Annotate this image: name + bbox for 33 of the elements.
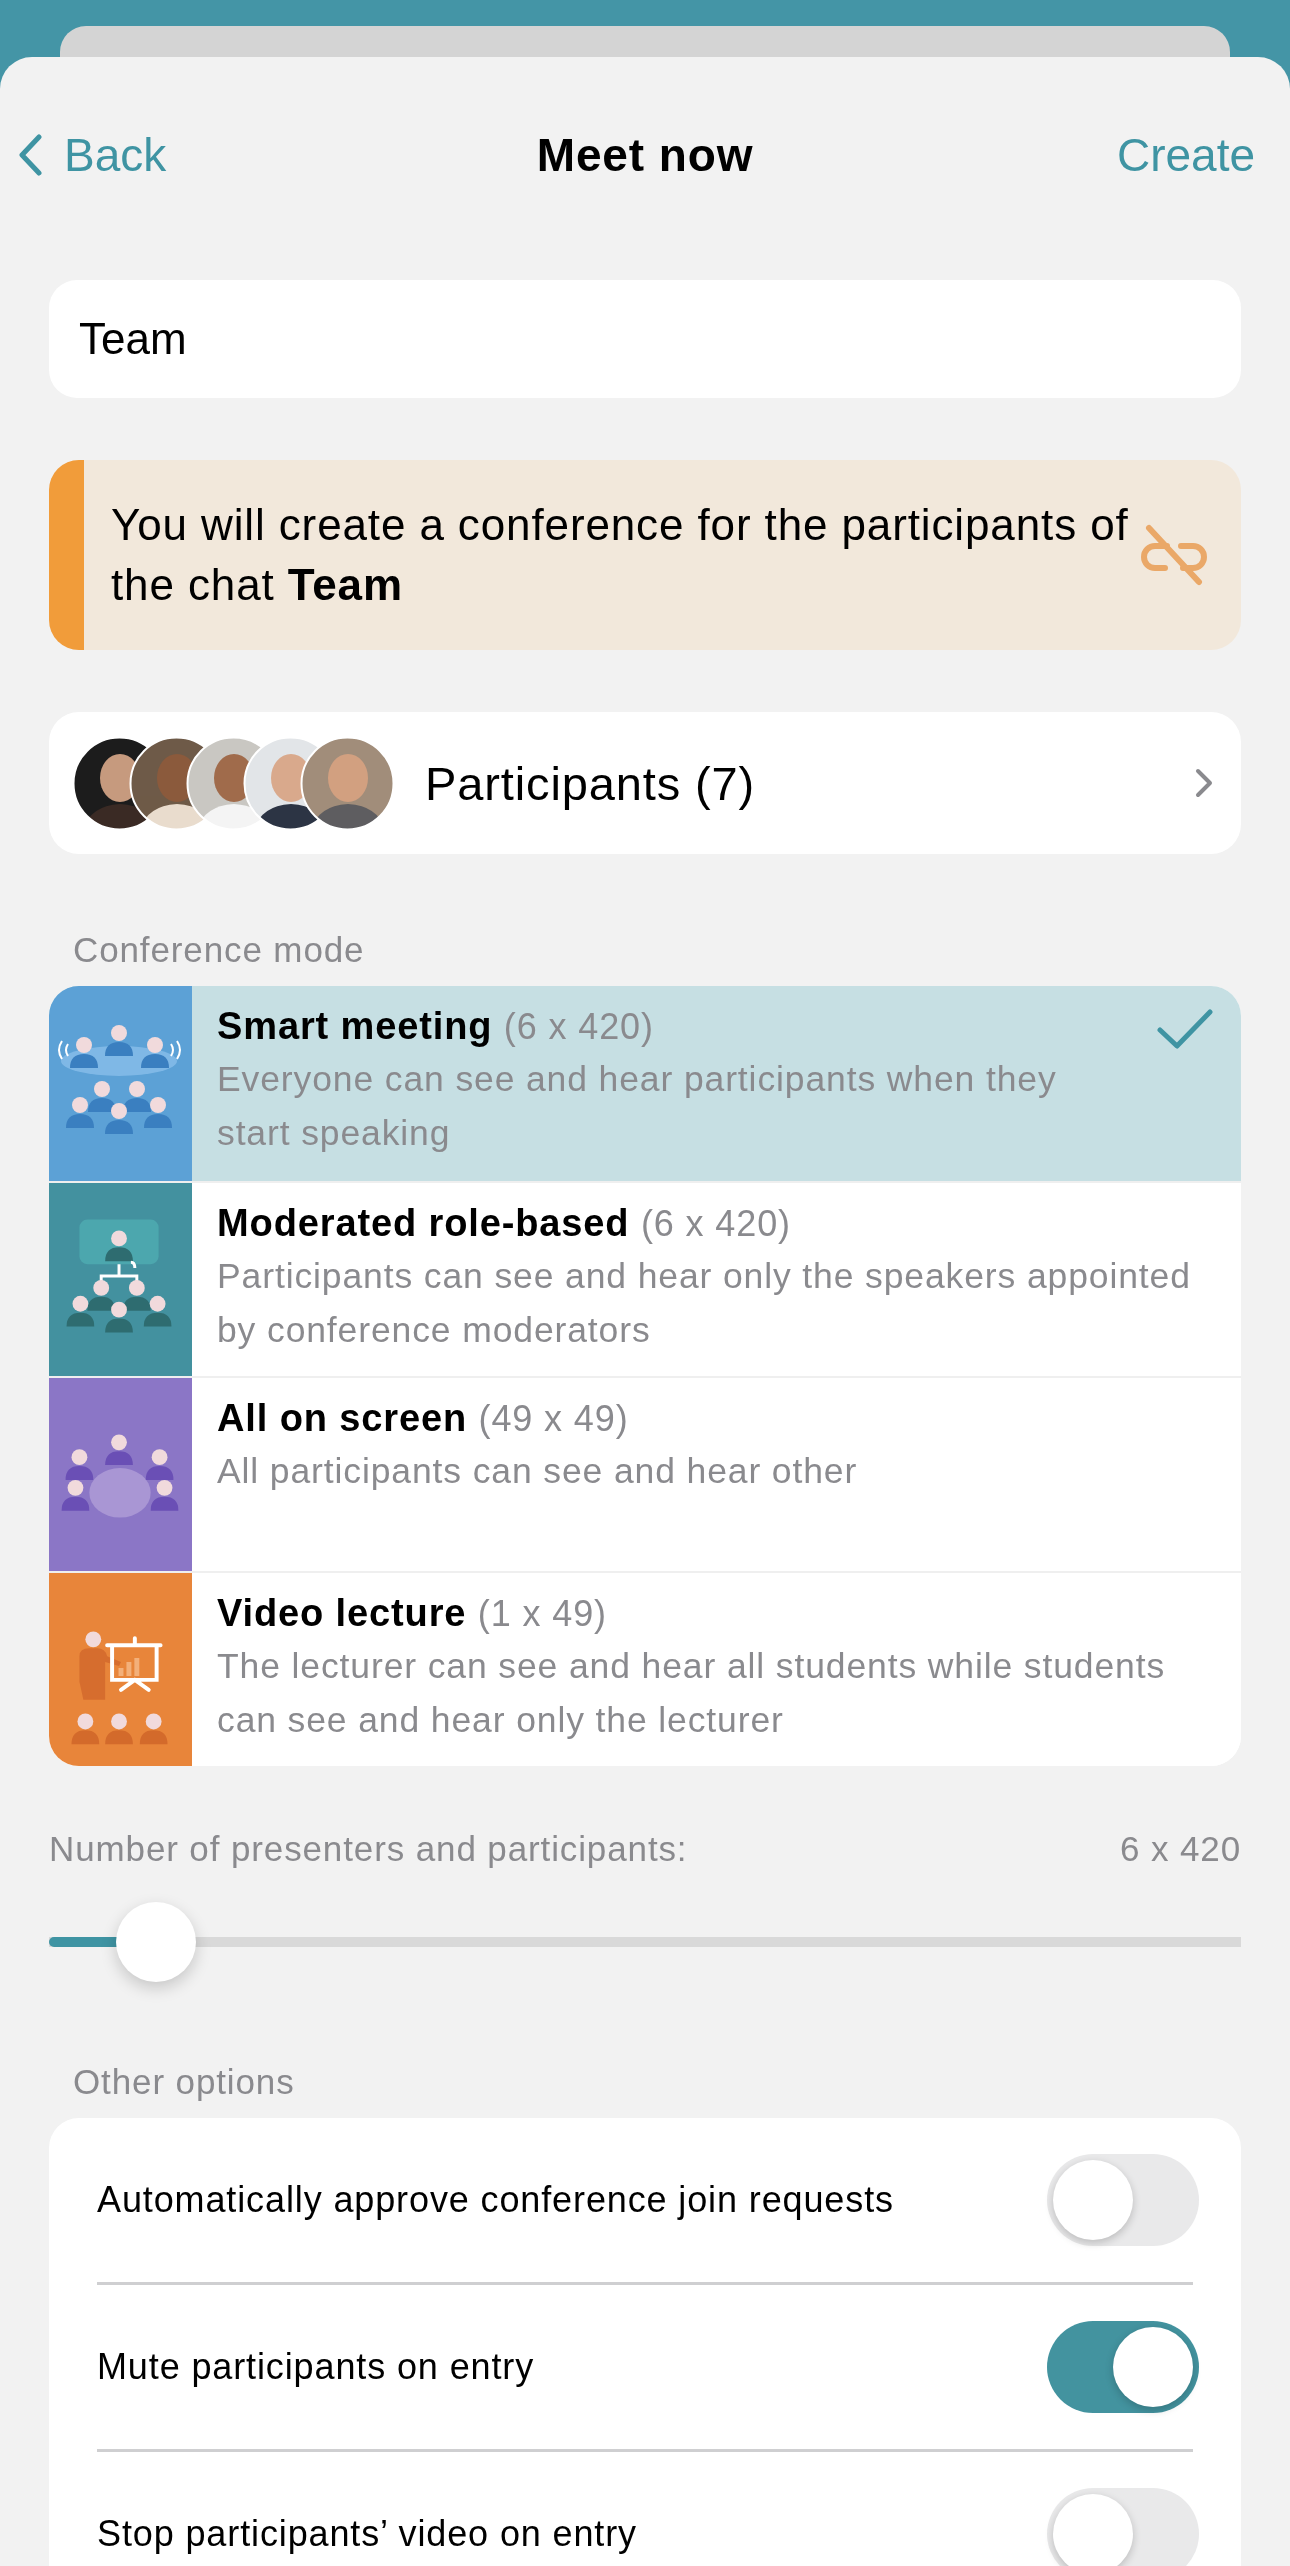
chevron-left-icon (18, 134, 42, 176)
option-label: Stop participants’ video on entry (97, 2513, 638, 2555)
mode-option[interactable]: Smart meeting (6 x 420) Everyone can see and hear participants when they start speaking (49, 986, 1241, 1181)
mode-title: Moderated role-based (217, 1202, 630, 1244)
mode-description: The lecturer can see and hear all students while students can see and hear only the lecturer (217, 1645, 1167, 1742)
participants-row[interactable]: Participants (7) (49, 712, 1241, 854)
name-field[interactable]: Team (49, 280, 1241, 398)
mode-capacity: (6 x 420) (640, 1203, 791, 1244)
option-label: Automatically approve conference join requests (97, 2179, 895, 2221)
unlink-icon (1141, 524, 1207, 586)
section-heading: Other options (73, 2061, 296, 2103)
mode-capacity: (49 x 49) (478, 1398, 629, 1439)
mode-title: Smart meeting (217, 1005, 493, 1047)
mode-capacity: (6 x 420) (503, 1006, 654, 1047)
mode-description: All participants can see and hear other (217, 1450, 859, 1493)
mode-title: All on screen (217, 1397, 468, 1439)
slider-reading: 6 x 420 (1120, 1828, 1241, 1870)
notice-text: You will create a conference for the participants of the chat Team (111, 499, 1130, 611)
mode-description: Participants can see and hear only the speakers appointed by conference moderators (217, 1255, 1192, 1352)
option-label: Mute participants on entry (97, 2346, 536, 2388)
mode-title: Video lecture (217, 1592, 467, 1634)
chevron-right-icon (1195, 768, 1213, 798)
slider-label: Number of presenters and participants: (49, 1828, 688, 1870)
mode-option[interactable]: All on screen (49 x 49) All participants can see and hear other (49, 1376, 1241, 1571)
mode-capacity: (1 x 49) (477, 1593, 607, 1634)
section-heading: Conference mode (73, 929, 366, 971)
slider-thumb[interactable] (116, 1902, 197, 1982)
mode-option[interactable]: Moderated role-based (6 x 420) Participants can see and hear only the speakers appointed by conference moderators (49, 1181, 1241, 1376)
mode-description: Everyone can see and hear participants when they start speaking (217, 1058, 1058, 1155)
screen-title: Meet now (536, 128, 754, 183)
participants-label: Participants (7) (425, 755, 757, 811)
mode-option[interactable]: Video lecture (1 x 49) The lecturer can see and hear all students while students can see and hear only the lecturer (49, 1571, 1241, 1766)
checkmark-icon (1157, 1008, 1213, 1050)
